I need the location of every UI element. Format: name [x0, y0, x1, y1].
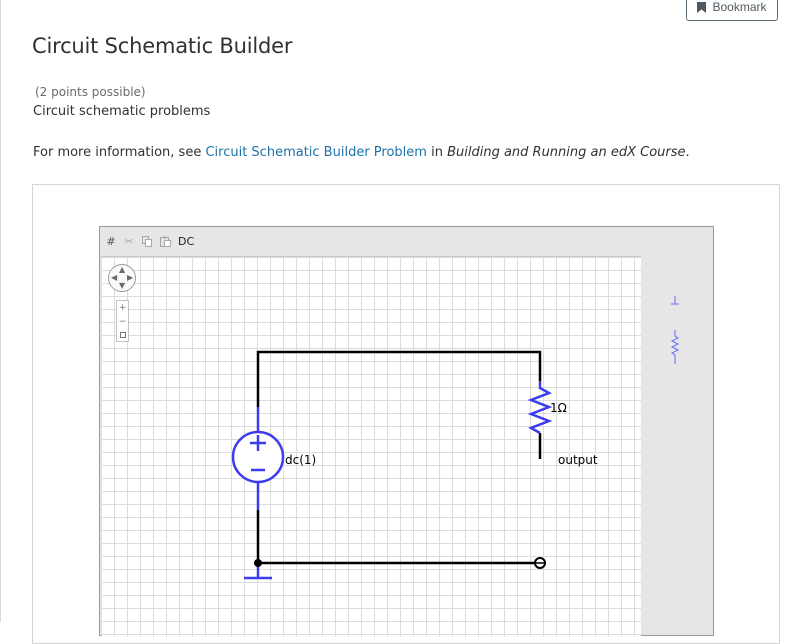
wire-bottom[interactable] [256, 510, 540, 565]
output-label: output [558, 453, 598, 467]
probe-terminal[interactable] [534, 557, 546, 569]
circuit-drawing: dc(1) 1Ω output [231, 350, 598, 580]
resistor[interactable] [527, 381, 553, 435]
wire-top[interactable] [256, 350, 542, 407]
junction-node [254, 559, 262, 567]
source-label: dc(1) [285, 453, 316, 467]
resistor-label: 1Ω [550, 401, 567, 415]
voltage-source[interactable] [231, 407, 285, 510]
